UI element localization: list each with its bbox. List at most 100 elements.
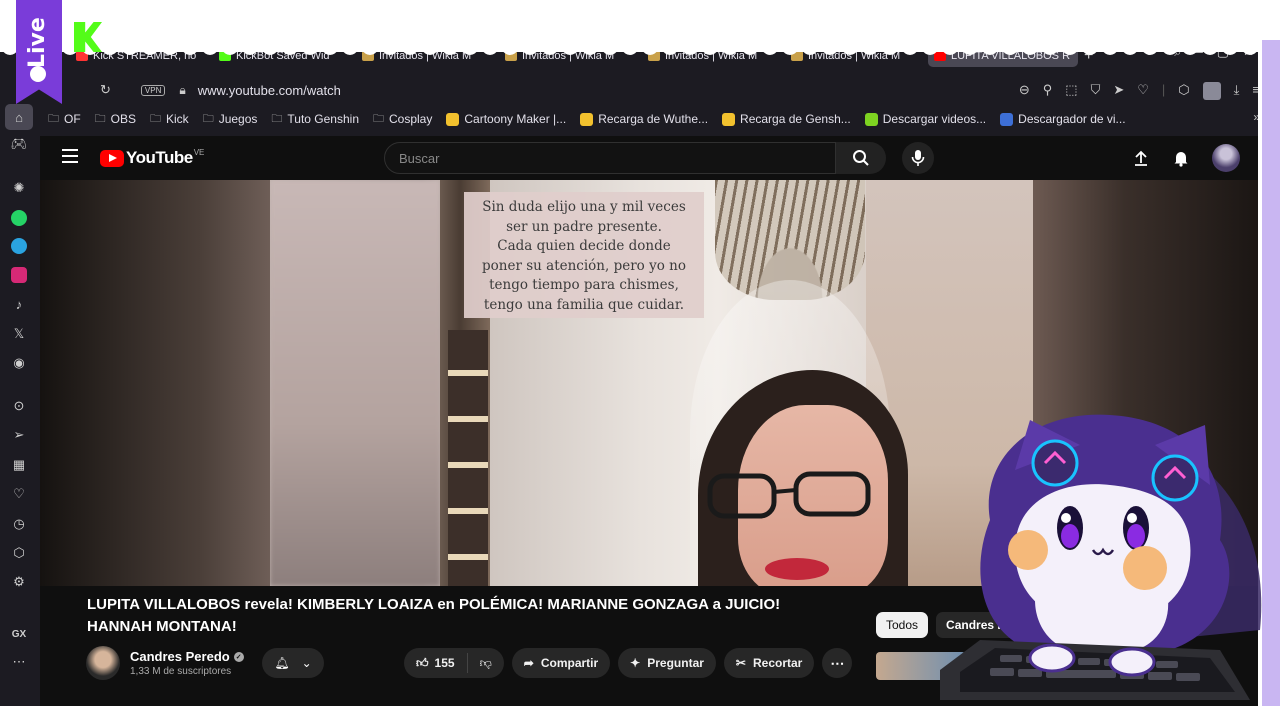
gamepad-icon[interactable]: 🎮︎	[9, 134, 29, 154]
search-input[interactable]	[385, 143, 835, 173]
send-sidebar-icon[interactable]: ➢	[9, 425, 29, 445]
search-button[interactable]	[836, 142, 886, 174]
voice-search-button[interactable]	[902, 142, 934, 174]
heart-icon[interactable]: ♡	[1137, 82, 1149, 100]
ask-button[interactable]: ✦ Preguntar	[618, 648, 716, 678]
caption-line: ser un padre presente.	[506, 218, 662, 235]
reload-icon[interactable]: ↻	[100, 82, 111, 98]
thumbs-down-icon: 👎︎	[479, 655, 492, 670]
overlay-top-border	[0, 0, 1280, 55]
channel-avatar[interactable]	[86, 646, 120, 680]
bookmark-item[interactable]: Cartoony Maker |...	[446, 112, 566, 126]
favorites-icon[interactable]: ♡	[9, 484, 29, 504]
bookmark-item[interactable]: Recarga de Wuthe...	[580, 112, 708, 126]
lock-icon[interactable]: 🔒︎	[179, 83, 185, 98]
clip-button[interactable]: ✂ Recortar	[723, 648, 815, 678]
more-options-icon[interactable]: ⋯	[9, 652, 29, 672]
search-box[interactable]	[384, 142, 836, 174]
subscriber-count: 1,33 M de suscriptores	[130, 666, 232, 677]
video-shelf	[448, 330, 488, 586]
thumbs-up-icon: 👍︎	[416, 655, 429, 670]
kick-logo-number: 3	[104, 20, 117, 45]
video-title: LUPITA VILLALOBOS revela! KIMBERLY LOAIZ…	[87, 594, 867, 638]
bookmark-label: OBS	[110, 112, 137, 126]
ambient-left	[40, 180, 270, 586]
clip-label: Recortar	[752, 656, 803, 670]
notifications-bell-icon[interactable]	[1172, 149, 1190, 167]
gx-label[interactable]: GX	[9, 624, 29, 644]
player-icon[interactable]: ⊙	[9, 396, 29, 416]
bookmark-item[interactable]: Recarga de Gensh...	[722, 112, 851, 126]
like-button[interactable]: 👍︎ 155	[404, 653, 468, 673]
shield-icon[interactable]: ⛉	[1091, 82, 1101, 100]
upload-icon[interactable]	[1132, 149, 1150, 167]
channel-info: Candres Peredo ✓ 1,33 M de suscriptores	[86, 646, 244, 680]
like-count: 155	[434, 656, 455, 670]
tiktok-icon[interactable]: ♪	[9, 294, 29, 314]
bookmark-item[interactable]: 🗀 OBS	[95, 110, 136, 129]
folder-icon: 🗀	[150, 112, 162, 125]
url-text[interactable]: www.youtube.com/watch	[198, 83, 341, 98]
bookmark-item[interactable]: 🗀 Kick	[150, 110, 189, 129]
address-bar-tools: ⊖ ⚲ ⬚ ⛉ ➤ ♡ | ⬡ ⤓ ≡	[1019, 82, 1260, 100]
caption-line: Cada quien decide donde	[497, 238, 671, 254]
profile-extension-icon[interactable]	[1202, 82, 1221, 100]
extensions-icon[interactable]: ⬡	[1178, 82, 1189, 100]
settings-icon[interactable]: ⚙	[9, 572, 29, 592]
bookmark-item[interactable]: 🗀 Cosplay	[373, 110, 432, 129]
history-icon[interactable]: ◷	[9, 514, 29, 534]
scallop-edge	[0, 40, 1280, 55]
chatgpt-icon[interactable]: ✺	[9, 178, 29, 198]
telegram-icon[interactable]	[9, 236, 29, 256]
more-actions-button[interactable]: ⋯	[822, 648, 853, 678]
extensions-sidebar-icon[interactable]: ⬡	[9, 543, 29, 563]
bookmark-item[interactable]: 🗀 Tuto Genshin	[271, 110, 359, 129]
folder-icon: 🗀	[48, 112, 59, 125]
x-icon[interactable]: 𝕏	[9, 324, 29, 344]
vpn-badge[interactable]: VPN	[140, 84, 166, 96]
address-bar[interactable]: ↻ VPN 🔒︎ www.youtube.com/watch ⊖ ⚲ ⬚ ⛉ ➤…	[100, 78, 1260, 102]
bookmark-item[interactable]: 🗀 OF	[48, 110, 81, 129]
folder-icon: 🗀	[373, 112, 384, 125]
ask-label: Preguntar	[647, 656, 704, 670]
download-icon[interactable]: ⤓	[1234, 82, 1240, 100]
share-label: Compartir	[540, 656, 599, 670]
channel-text: Candres Peredo ✓ 1,33 M de suscriptores	[130, 649, 244, 677]
country-code: VE	[193, 147, 205, 157]
hamburger-menu-icon[interactable]	[62, 149, 78, 163]
account-avatar[interactable]	[1212, 144, 1240, 172]
bookmark-label: Descargar videos...	[882, 112, 987, 126]
channel-name[interactable]: Candres Peredo	[130, 649, 230, 664]
site-favicon-icon	[446, 112, 460, 126]
video-title-line: LUPITA VILLALOBOS revela! KIMBERLY LOAIZ…	[87, 596, 781, 613]
video-person-lips	[765, 558, 829, 580]
bookmark-item[interactable]: Descargar videos...	[864, 112, 987, 126]
pin-icon[interactable]: ⚲	[1043, 82, 1053, 100]
send-icon[interactable]: ➤	[1113, 82, 1124, 100]
whatsapp-icon[interactable]	[9, 208, 29, 228]
bookmark-label: Recarga de Wuthe...	[598, 112, 709, 126]
bookmark-label: Cosplay	[389, 112, 433, 126]
site-favicon-icon	[1000, 112, 1014, 126]
bookmark-label: Cartoony Maker |...	[464, 112, 567, 126]
subscription-bell-button[interactable]: 🔔︎ ⌄	[262, 648, 324, 678]
live-badge: Live	[16, 0, 62, 104]
discord-icon[interactable]: ◉	[9, 353, 29, 373]
bookmark-label: Recarga de Gensh...	[740, 112, 851, 126]
bookmark-item[interactable]: 🗀 Juegos	[203, 110, 258, 129]
zoom-icon[interactable]: ⊖	[1019, 82, 1030, 100]
snapshot-icon[interactable]: ⬚	[1065, 82, 1077, 100]
tabs-grid-icon[interactable]: ▦	[9, 455, 29, 475]
verified-check-icon: ✓	[233, 651, 244, 662]
youtube-logo[interactable]: YouTube VE	[100, 148, 204, 168]
share-button[interactable]: ➦ Compartir	[511, 648, 611, 678]
bookmark-item[interactable]: Descargador de vi...	[1000, 112, 1126, 126]
bookmark-label: Kick	[166, 112, 189, 126]
folder-icon: 🗀	[202, 112, 214, 125]
dislike-button[interactable]: 👎︎	[468, 656, 504, 671]
caption-line: tengo una familia que cuidar.	[483, 296, 685, 313]
instagram-icon[interactable]	[9, 265, 29, 285]
video-player[interactable]: Sin duda elijo una y mil veces ser un pa…	[270, 180, 1033, 586]
youtube-play-icon	[100, 149, 124, 167]
home-icon[interactable]: ⌂	[5, 104, 33, 130]
